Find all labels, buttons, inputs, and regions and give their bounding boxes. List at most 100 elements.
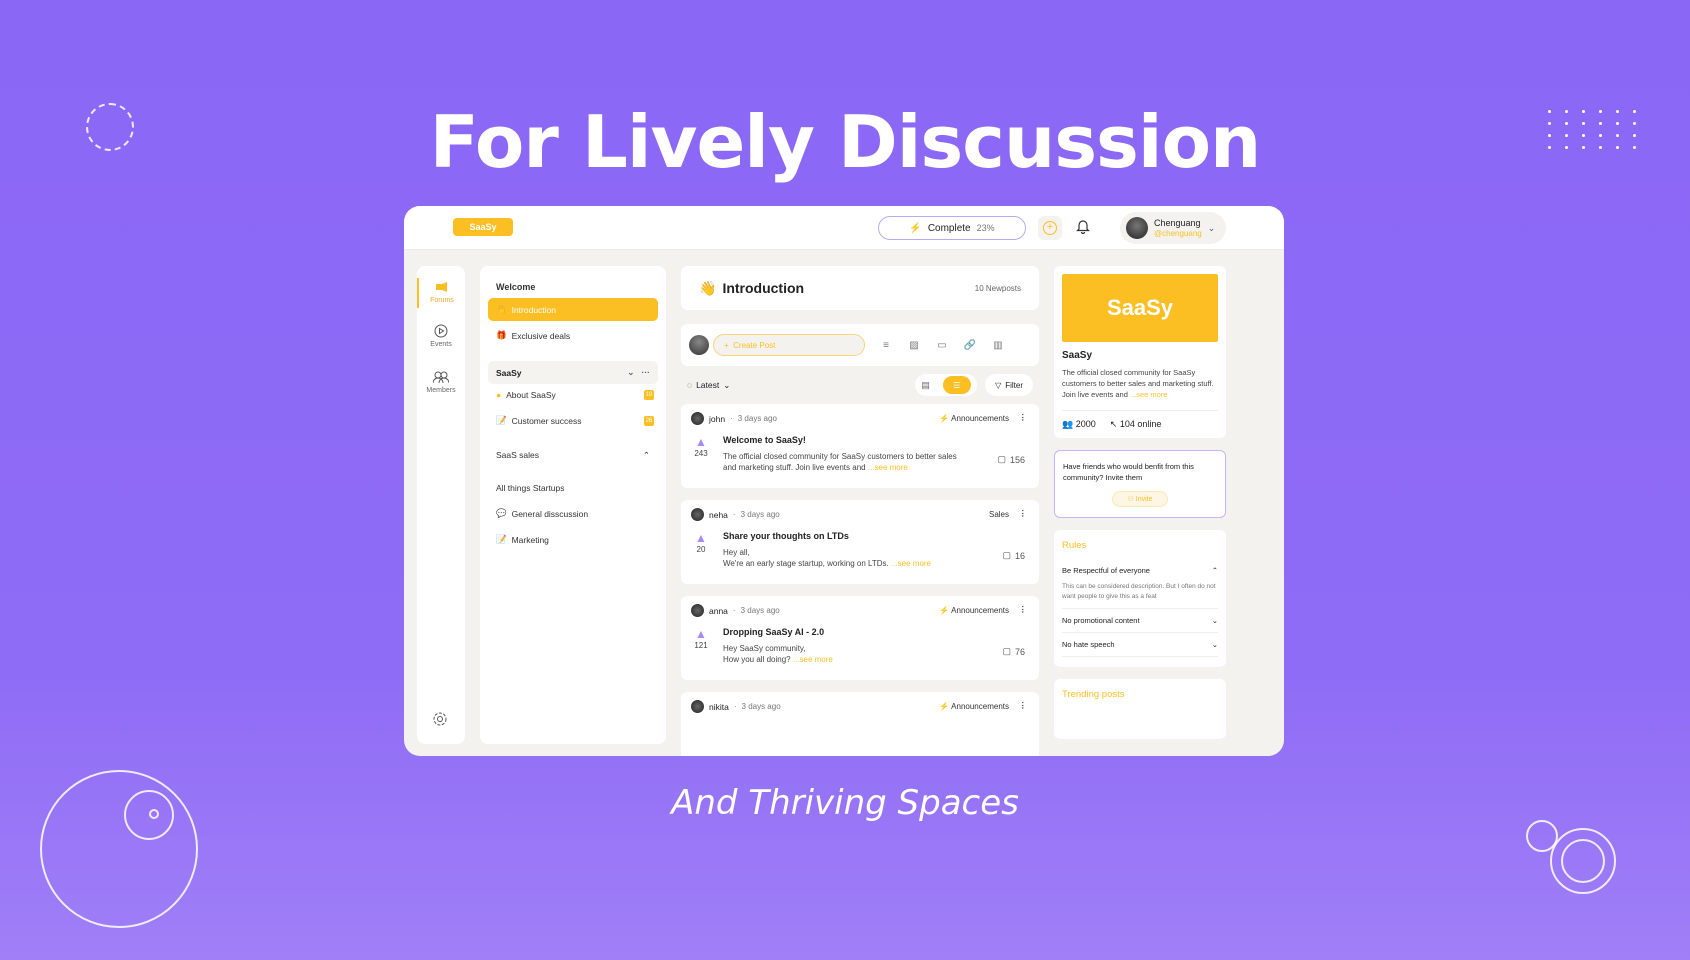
- see-more-link[interactable]: ...see more: [868, 463, 908, 472]
- post-title[interactable]: Dropping SaaSy AI - 2.0: [723, 627, 968, 637]
- poll-icon[interactable]: ▥: [991, 340, 1005, 351]
- post-card[interactable]: anna · 3 days ago ⚡ Announcements ⋮ ▲ 121 Dro…: [681, 596, 1039, 680]
- post-title[interactable]: Share your thoughts on LTDs: [723, 531, 968, 541]
- user-handle: @chenguang: [1154, 229, 1202, 238]
- top-bar: SaaSy ⚡ Complete 23% + Chenguang @chengua…: [404, 206, 1284, 250]
- nav-section-saas-sales[interactable]: SaaS sales ⌃: [488, 444, 658, 467]
- rail-forums[interactable]: Forums: [417, 278, 465, 308]
- post-excerpt: The official closed community for SaaSy …: [723, 452, 957, 472]
- complete-profile-button[interactable]: ⚡ Complete 23%: [878, 216, 1026, 240]
- post-time: 3 days ago: [737, 414, 777, 423]
- comment-icon: ▢: [1002, 550, 1011, 560]
- see-more-link[interactable]: ...see more: [1130, 390, 1168, 399]
- settings-gear-icon[interactable]: [432, 711, 448, 732]
- create-post-button[interactable]: + Create Post: [713, 334, 865, 356]
- bell-icon[interactable]: [1076, 218, 1090, 239]
- invite-card: Have friends who would benfit from this …: [1054, 450, 1226, 518]
- complete-percent: 23%: [976, 223, 995, 233]
- rule-item[interactable]: Be Respectful of everyone ⌃: [1062, 559, 1218, 582]
- post-time: 3 days ago: [740, 510, 780, 519]
- nav-item-introduction[interactable]: 👋 Introduction: [488, 298, 658, 321]
- flame-icon: ◌: [687, 380, 693, 390]
- filter-button[interactable]: ▽ Filter: [985, 374, 1033, 396]
- rail-members[interactable]: Members: [417, 370, 465, 394]
- nav-group-saasy[interactable]: SaaSy ⌄ ···: [488, 361, 658, 384]
- post-time: 3 days ago: [741, 702, 781, 711]
- nav-item-customer-success[interactable]: 📝 Customer success 26: [488, 409, 658, 432]
- see-more-link[interactable]: ...see more: [891, 559, 931, 568]
- user-menu[interactable]: Chenguang @chenguang ⌄: [1120, 212, 1226, 244]
- avatar: [691, 508, 704, 521]
- avatar: [689, 335, 709, 355]
- post-category: Sales: [988, 510, 1009, 519]
- hero-subtitle: And Thriving Spaces: [671, 783, 1019, 823]
- online-count: ↖ 104 online: [1109, 419, 1162, 429]
- nav-item-marketing[interactable]: 📝 Marketing: [488, 528, 658, 551]
- post-author[interactable]: john: [709, 414, 725, 424]
- newposts-count: 10 Newposts: [974, 283, 1021, 293]
- comment-icon: ▢: [997, 454, 1006, 464]
- see-more-link[interactable]: ...see more: [793, 655, 833, 664]
- arrow-up-icon: ▲: [695, 531, 707, 545]
- post-category: ⚡ Announcements: [939, 702, 1009, 711]
- post-title[interactable]: Welcome to SaaSy!: [723, 435, 968, 445]
- comment-count[interactable]: ▢ 16: [1002, 550, 1025, 561]
- comment-count[interactable]: ▢ 156: [997, 454, 1025, 465]
- avatar: [691, 604, 704, 617]
- post-author[interactable]: neha: [709, 510, 728, 520]
- card-view-icon[interactable]: ▤: [921, 380, 930, 391]
- deco-circle-large: [40, 770, 198, 928]
- deco-dot-grid: [1548, 110, 1641, 149]
- group-actions[interactable]: ⌄ ···: [627, 367, 650, 378]
- community-name: SaaSy: [1062, 350, 1093, 361]
- chevron-down-icon: ⌄: [1207, 222, 1216, 233]
- add-button[interactable]: +: [1038, 216, 1062, 240]
- rules-title: Rules: [1062, 540, 1087, 551]
- nav-item-all-things-startups[interactable]: All things Startups: [488, 477, 658, 499]
- wave-icon: 👋: [699, 279, 717, 296]
- post-author[interactable]: nikita: [709, 702, 729, 712]
- rule-item[interactable]: No hate speech ⌄: [1062, 633, 1218, 657]
- post-card[interactable]: nikita · 3 days ago ⚡ Announcements ⋮: [681, 692, 1039, 756]
- post-card[interactable]: neha · 3 days ago Sales ⋮ ▲ 20 Share your tho…: [681, 500, 1039, 584]
- play-circle-icon: [434, 324, 448, 338]
- members-icon: [433, 371, 449, 384]
- more-options-icon[interactable]: ⋮: [1019, 412, 1028, 423]
- logo[interactable]: SaaSy: [453, 218, 513, 236]
- nav-item-about-saasy[interactable]: ● About SaaSy 10: [488, 384, 658, 406]
- upvote[interactable]: ▲ 20: [691, 531, 711, 569]
- image-icon[interactable]: ▨: [907, 340, 921, 351]
- community-banner: SaaSy: [1062, 274, 1218, 342]
- megaphone-icon: [436, 282, 447, 292]
- rail-events[interactable]: Events: [417, 324, 465, 348]
- nav-item-general-discussion[interactable]: 💬 General disscussion: [488, 502, 658, 525]
- right-sidebar: SaaSy SaaSy The official closed communit…: [1054, 266, 1226, 739]
- chevron-up-icon: ⌃: [642, 450, 650, 460]
- invite-text: Have friends who would benfit from this …: [1063, 462, 1194, 482]
- chevron-up-icon: ⌃: [1211, 566, 1218, 575]
- chevron-down-icon: ⌄: [723, 379, 731, 390]
- comment-icon: ▢: [1002, 646, 1011, 656]
- list-view-icon[interactable]: ☰: [942, 376, 971, 394]
- video-icon[interactable]: ▭: [935, 340, 949, 351]
- text-icon[interactable]: ≡: [879, 340, 893, 351]
- more-options-icon[interactable]: ⋮: [1019, 508, 1028, 519]
- upvote[interactable]: ▲ 121: [691, 627, 711, 665]
- invite-button[interactable]: ⚇ Invite: [1112, 491, 1168, 507]
- link-icon[interactable]: 🔗: [963, 340, 977, 351]
- more-options-icon[interactable]: ⋮: [1019, 604, 1028, 615]
- nav-item-exclusive-deals[interactable]: 🎁 Exclusive deals: [488, 324, 658, 347]
- more-options-icon[interactable]: ⋮: [1019, 700, 1028, 711]
- channel-title: Introduction: [722, 280, 805, 296]
- unread-badge: 10: [644, 390, 654, 400]
- community-description: The official closed community for SaaSy …: [1062, 367, 1218, 411]
- comment-count[interactable]: ▢ 76: [1002, 646, 1025, 657]
- view-toggle[interactable]: ▤ ☰: [915, 374, 978, 396]
- post-author[interactable]: anna: [709, 606, 728, 616]
- upvote[interactable]: ▲ 243: [691, 435, 711, 473]
- feed: 👋 Introduction 10 Newposts + Create Post …: [681, 266, 1039, 756]
- rule-item[interactable]: No promotional content ⌄: [1062, 609, 1218, 633]
- chevron-down-icon: ⌄: [1211, 640, 1218, 649]
- post-card[interactable]: john · 3 days ago ⚡ Announcements ⋮ ▲ 243 Wel…: [681, 404, 1039, 488]
- sort-dropdown[interactable]: ◌ Latest ⌄: [687, 380, 730, 391]
